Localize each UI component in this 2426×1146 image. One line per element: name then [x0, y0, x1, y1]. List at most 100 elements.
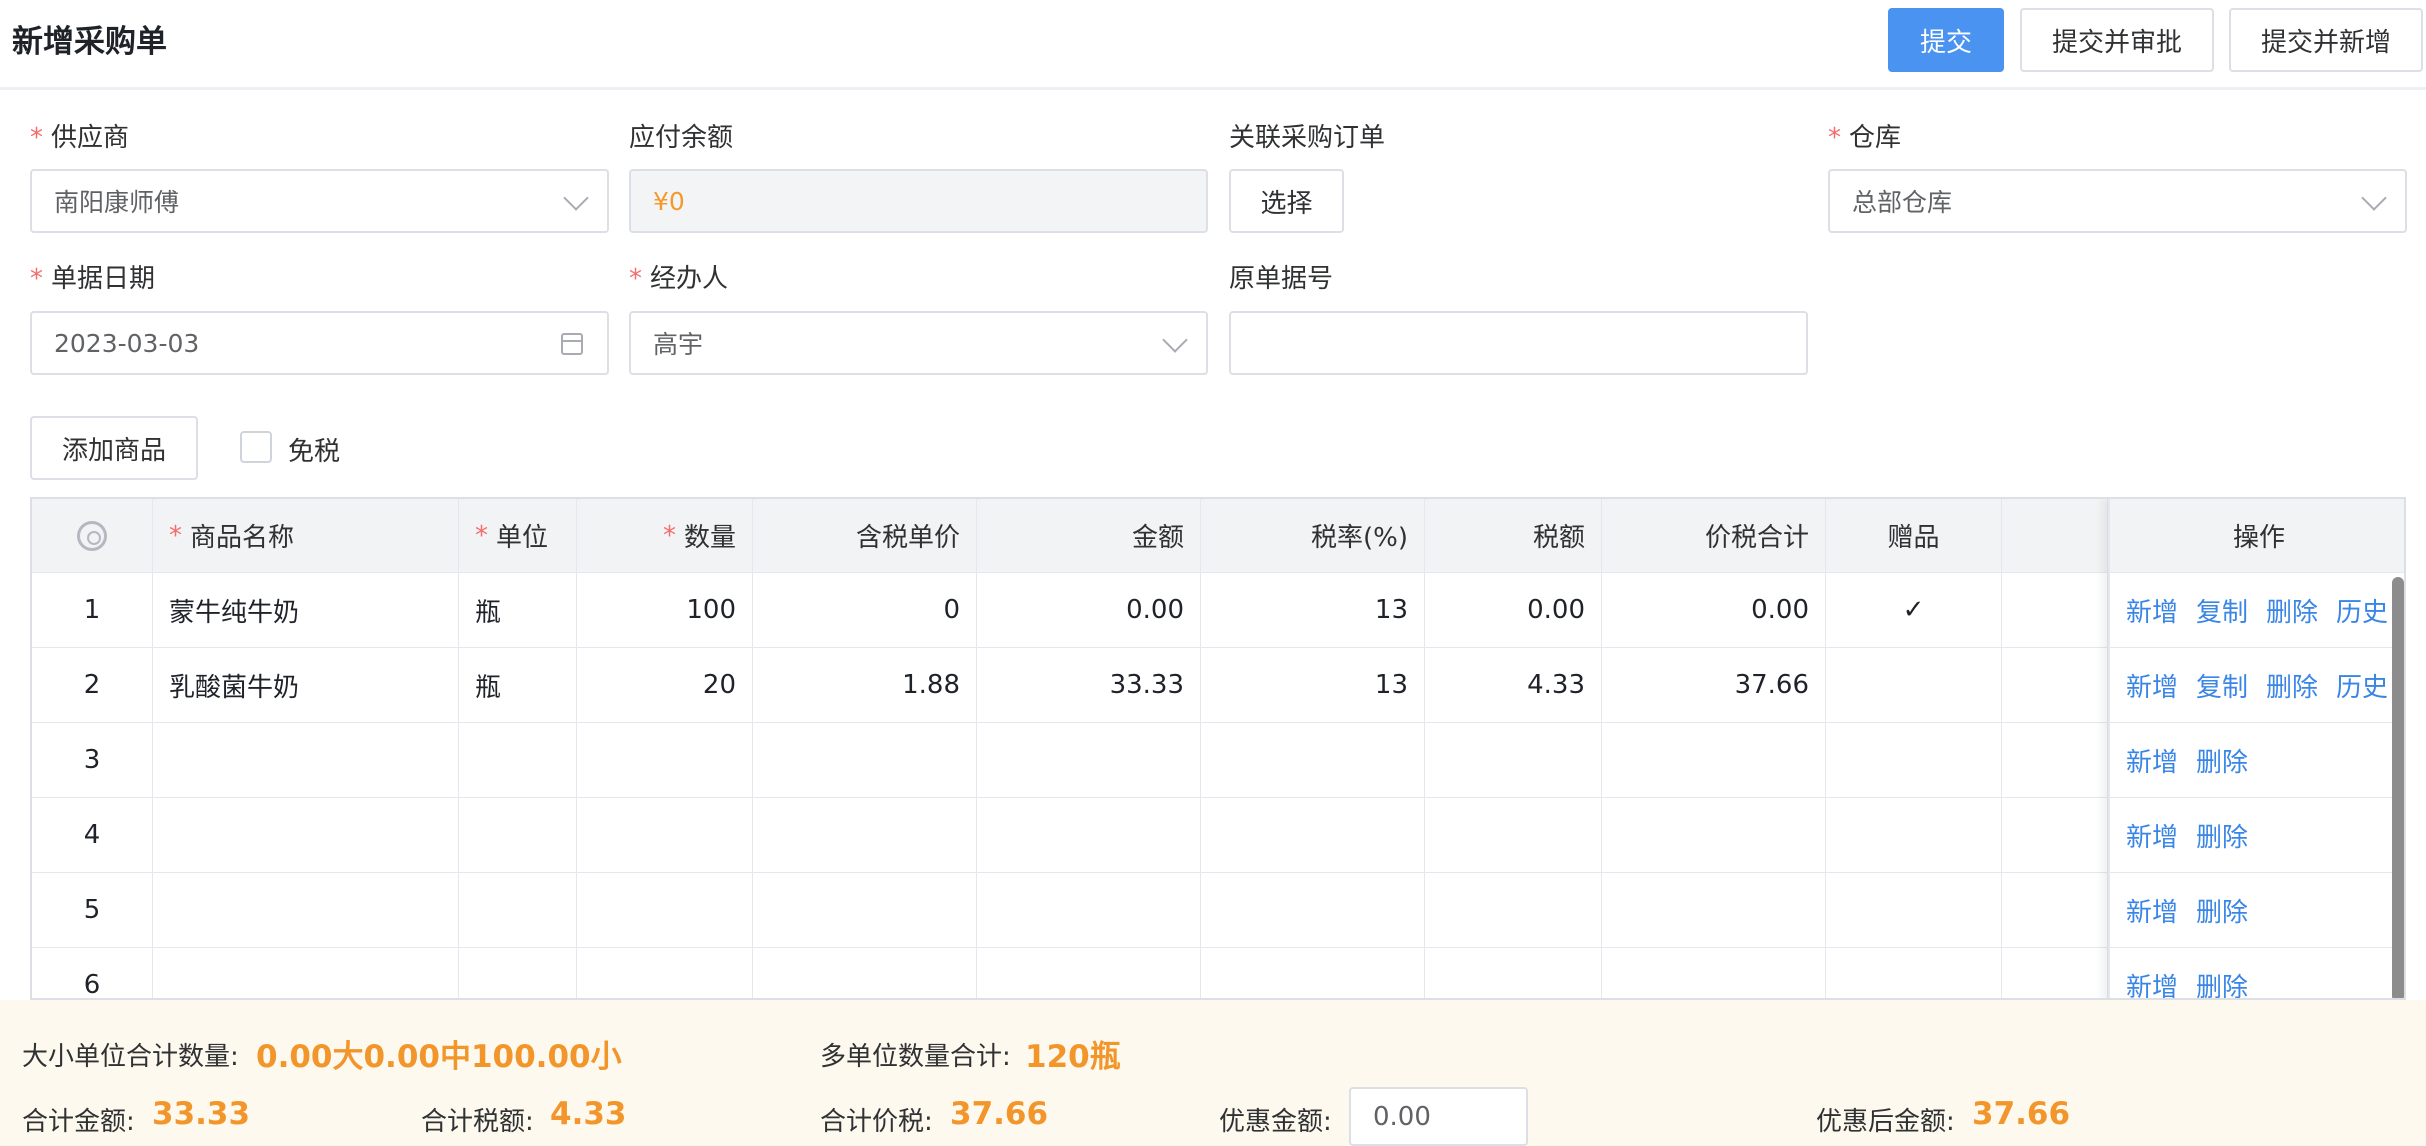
cell-qty[interactable]: 20 — [577, 648, 753, 723]
cell-unit[interactable] — [459, 948, 577, 998]
cell-qty[interactable] — [577, 948, 753, 998]
date-picker[interactable]: 2023-03-03 — [30, 311, 609, 375]
orig-no-input[interactable] — [1229, 311, 1808, 375]
cell-gift[interactable] — [1826, 648, 2002, 723]
cell-amount[interactable] — [977, 873, 1201, 948]
delete-row-link[interactable]: 删除 — [2196, 967, 2248, 999]
header-ops: 操作 — [2110, 499, 2404, 573]
cell-tax[interactable]: 4.33 — [1425, 648, 1602, 723]
total-with-tax-label: 合计价税: — [820, 1107, 933, 1137]
copy-row-link[interactable]: 复制 — [2196, 592, 2248, 629]
cell-total[interactable]: 37.66 — [1602, 648, 1826, 723]
cell-unit[interactable] — [459, 723, 577, 798]
cell-amount[interactable]: 33.33 — [977, 648, 1201, 723]
add-row-link[interactable]: 新增 — [2126, 817, 2178, 854]
cell-name[interactable] — [153, 873, 459, 948]
cell-tax-rate[interactable] — [1201, 948, 1425, 998]
after-discount-label: 优惠后金额: — [1816, 1107, 1955, 1137]
add-row-link[interactable]: 新增 — [2126, 892, 2178, 929]
warehouse-select[interactable]: 总部仓库 — [1828, 169, 2407, 233]
cell-price[interactable] — [753, 948, 977, 998]
cell-tax[interactable] — [1425, 873, 1602, 948]
history-row-link[interactable]: 历史 — [2336, 592, 2388, 629]
cell-tax-rate[interactable]: 13 — [1201, 573, 1425, 648]
delete-row-link[interactable]: 删除 — [2196, 817, 2248, 854]
discount-input[interactable]: 0.00 — [1349, 1087, 1528, 1146]
cell-tax-rate[interactable] — [1201, 723, 1425, 798]
cell-qty[interactable] — [577, 873, 753, 948]
cell-qty[interactable] — [577, 798, 753, 873]
header-tax-rate: 税率(%) — [1201, 499, 1425, 573]
cell-tax-rate[interactable] — [1201, 873, 1425, 948]
delete-row-link[interactable]: 删除 — [2266, 667, 2318, 704]
cell-tax[interactable] — [1425, 723, 1602, 798]
add-row-link[interactable]: 新增 — [2126, 742, 2178, 779]
cell-total[interactable] — [1602, 948, 1826, 998]
submit-button[interactable]: 提交 — [1888, 8, 2004, 72]
cell-unit[interactable] — [459, 798, 577, 873]
cell-amount[interactable] — [977, 798, 1201, 873]
cell-qty[interactable]: 100 — [577, 573, 753, 648]
header-unit: * 单位 — [459, 499, 577, 573]
submit-approve-button[interactable]: 提交并审批 — [2020, 8, 2214, 72]
cell-no: 5 — [32, 873, 153, 948]
cell-gift[interactable] — [1826, 948, 2002, 998]
cell-name[interactable] — [153, 798, 459, 873]
add-row-link[interactable]: 新增 — [2126, 667, 2178, 704]
cell-total[interactable]: 0.00 — [1602, 573, 1826, 648]
cell-name[interactable] — [153, 948, 459, 998]
cell-amount[interactable] — [977, 723, 1201, 798]
cell-price[interactable] — [753, 873, 977, 948]
multi-qty-value: 120瓶 — [1025, 1039, 1121, 1075]
delete-row-link[interactable]: 删除 — [2196, 742, 2248, 779]
add-row-link[interactable]: 新增 — [2126, 592, 2178, 629]
handler-select[interactable]: 高宇 — [629, 311, 1208, 375]
delete-row-link[interactable]: 删除 — [2266, 592, 2318, 629]
supplier-select[interactable]: 南阳康师傅 — [30, 169, 609, 233]
cell-unit[interactable]: 瓶 — [459, 573, 577, 648]
total-with-tax-value: 37.66 — [950, 1096, 1049, 1132]
warehouse-value: 总部仓库 — [1852, 188, 1953, 217]
discount-label: 优惠金额: — [1219, 1107, 1332, 1137]
cell-price[interactable]: 0 — [753, 573, 977, 648]
gear-icon[interactable] — [77, 520, 107, 551]
header-price: 含税单价 — [753, 499, 977, 573]
header-total: 价税合计 — [1602, 499, 1826, 573]
cell-qty[interactable] — [577, 723, 753, 798]
cell-amount[interactable] — [977, 948, 1201, 998]
add-row-link[interactable]: 新增 — [2126, 967, 2178, 999]
submit-new-button[interactable]: 提交并新增 — [2229, 8, 2423, 72]
date-value: 2023-03-03 — [54, 328, 200, 358]
cell-tax[interactable]: 0.00 — [1425, 573, 1602, 648]
history-row-link[interactable]: 历史 — [2336, 667, 2388, 704]
cell-tax[interactable] — [1425, 948, 1602, 998]
cell-name[interactable]: 蒙牛纯牛奶 — [153, 573, 459, 648]
cell-name[interactable] — [153, 723, 459, 798]
table-scrollbar[interactable] — [2392, 577, 2404, 998]
cell-name[interactable]: 乳酸菌牛奶 — [153, 648, 459, 723]
cell-tax[interactable] — [1425, 798, 1602, 873]
cell-total[interactable] — [1602, 723, 1826, 798]
cell-gift[interactable] — [1826, 723, 2002, 798]
cell-gift[interactable] — [1826, 873, 2002, 948]
cell-amount[interactable]: 0.00 — [977, 573, 1201, 648]
cell-price[interactable] — [753, 798, 977, 873]
settings-header-cell[interactable] — [32, 499, 153, 573]
cell-gift[interactable]: ✓ — [1826, 573, 2002, 648]
cell-tax-rate[interactable] — [1201, 798, 1425, 873]
cell-unit[interactable]: 瓶 — [459, 648, 577, 723]
cell-total[interactable] — [1602, 798, 1826, 873]
payable-label: 应付余额 — [629, 123, 734, 153]
copy-row-link[interactable]: 复制 — [2196, 667, 2248, 704]
tax-free-checkbox[interactable] — [240, 431, 272, 463]
add-goods-button[interactable]: 添加商品 — [30, 416, 198, 480]
cell-price[interactable] — [753, 723, 977, 798]
delete-row-link[interactable]: 删除 — [2196, 892, 2248, 929]
cell-total[interactable] — [1602, 873, 1826, 948]
cell-tax-rate[interactable]: 13 — [1201, 648, 1425, 723]
cell-price[interactable]: 1.88 — [753, 648, 977, 723]
cell-extra — [2002, 648, 2108, 723]
select-order-button[interactable]: 选择 — [1229, 169, 1344, 233]
cell-gift[interactable] — [1826, 798, 2002, 873]
cell-unit[interactable] — [459, 873, 577, 948]
